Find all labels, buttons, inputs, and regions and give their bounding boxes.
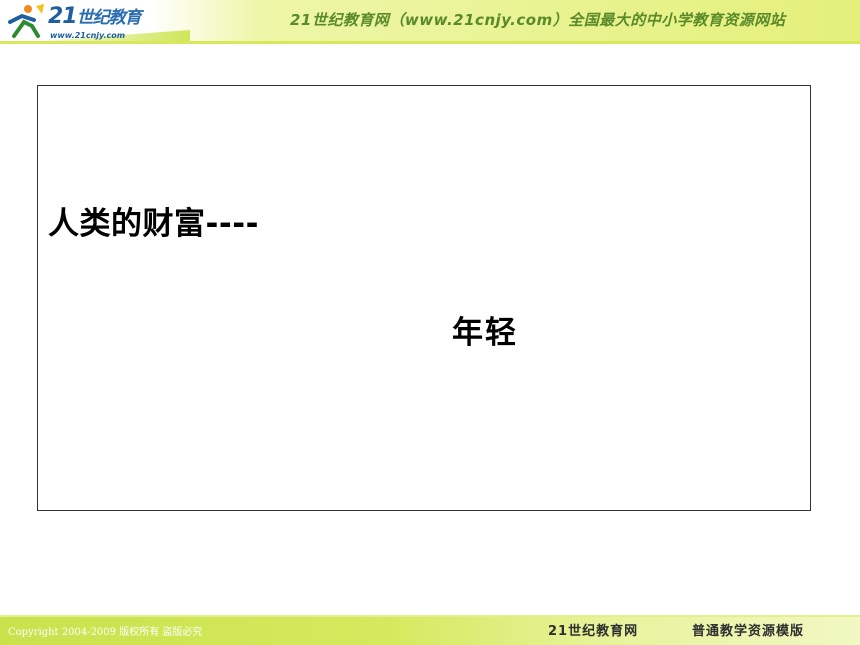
footer-copyright: Copyright 2004-2009 版权所有 盗版必究 [8, 627, 203, 638]
header-banner: 21世纪教育 www.21cnjy.com 21世纪教育网（www.21cnjy… [0, 0, 860, 44]
logo-chinese: 世纪教育 [76, 8, 142, 28]
footer-brand: 21世纪教育网 [548, 624, 639, 639]
slide-content-box: 人类的财富---- 年轻 [37, 85, 811, 511]
slide-subline: 年轻 [452, 315, 518, 351]
footer-bar: Copyright 2004-2009 版权所有 盗版必究 21世纪教育网 普通… [0, 617, 860, 645]
slide-headline: 人类的财富---- [48, 206, 259, 242]
footer-tagline: 普通教学资源模版 [692, 624, 805, 639]
header-title: 21世纪教育网（www.21cnjy.com）全国最大的中小学教育资源网站 [290, 11, 786, 29]
logo-wordmark: 21世纪教育 [48, 4, 142, 30]
logo-url: www.21cnjy.com [50, 31, 126, 40]
running-figure-icon [8, 4, 44, 38]
site-logo[interactable]: 21世纪教育 www.21cnjy.com [4, 2, 164, 42]
logo-number: 21 [48, 4, 78, 29]
